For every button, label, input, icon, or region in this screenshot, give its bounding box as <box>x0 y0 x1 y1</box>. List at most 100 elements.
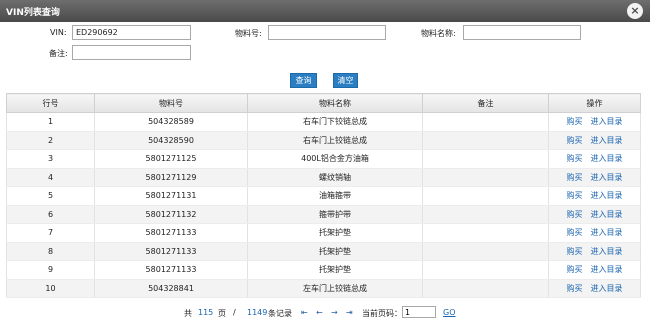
vin-label: VIN: <box>50 28 67 37</box>
header-actions: 操作 <box>548 93 641 113</box>
header-row-no: 行号 <box>6 93 95 113</box>
table-row: 7 5801271133 托架护垫 购买 进入目录 <box>6 223 641 243</box>
go-button[interactable]: GO <box>443 308 456 317</box>
buy-link[interactable]: 购买 <box>567 154 583 163</box>
remark <box>422 242 549 261</box>
row-actions: 购买 进入目录 <box>548 149 641 169</box>
table-row: 5 5801271131 油箱箍带 购买 进入目录 <box>6 186 641 206</box>
first-page-icon[interactable]: ⇤ <box>301 308 308 317</box>
table-row: 10 504328841 左车门上铰链总成 购买 进入目录 <box>6 279 641 298</box>
remark-input[interactable] <box>72 45 191 60</box>
row-actions: 购买 进入目录 <box>548 279 641 298</box>
table-row: 9 5801271133 托架护垫 购买 进入目录 <box>6 260 641 280</box>
dialog-titlebar: VIN列表查询 × <box>0 0 650 22</box>
row-number: 7 <box>6 223 95 243</box>
part-no-input[interactable] <box>268 25 386 40</box>
part-name: 托架护垫 <box>247 260 423 280</box>
row-number: 2 <box>6 131 95 150</box>
total-prefix: 共 <box>184 309 192 318</box>
table-row: 4 5801271129 螺纹销轴 购买 进入目录 <box>6 168 641 187</box>
remark <box>422 260 549 280</box>
close-icon[interactable]: × <box>627 3 643 19</box>
row-actions: 购买 进入目录 <box>548 205 641 224</box>
enter-catalog-link[interactable]: 进入目录 <box>591 117 623 126</box>
remark <box>422 149 549 169</box>
table-row: 8 5801271133 托架护垫 购买 进入目录 <box>6 242 641 261</box>
buy-link[interactable]: 购买 <box>567 173 583 182</box>
enter-catalog-link[interactable]: 进入目录 <box>591 265 623 274</box>
current-page-input[interactable] <box>402 306 436 318</box>
slash: / <box>233 308 236 317</box>
table-row: 2 504328590 右车门上铰链总成 购买 进入目录 <box>6 131 641 150</box>
part-number: 5801271133 <box>94 223 248 243</box>
remark <box>422 186 549 206</box>
part-no-label: 物料号: <box>235 29 262 38</box>
enter-catalog-link[interactable]: 进入目录 <box>591 136 623 145</box>
next-page-icon[interactable]: → <box>331 308 338 317</box>
part-number: 5801271133 <box>94 260 248 280</box>
buy-link[interactable]: 购买 <box>567 117 583 126</box>
header-part-no: 物料号 <box>94 93 248 113</box>
enter-catalog-link[interactable]: 进入目录 <box>591 173 623 182</box>
row-actions: 购买 进入目录 <box>548 112 641 132</box>
row-actions: 购买 进入目录 <box>548 131 641 150</box>
part-number: 5801271125 <box>94 149 248 169</box>
remark-label: 备注: <box>49 49 68 58</box>
buy-link[interactable]: 购买 <box>567 284 583 293</box>
total-records: 1149 <box>247 308 268 317</box>
buy-link[interactable]: 购买 <box>567 136 583 145</box>
remark <box>422 279 549 298</box>
part-name: 右车门下铰链总成 <box>247 112 423 132</box>
part-name: 箍带护带 <box>247 205 423 224</box>
table-row: 1 504328589 右车门下铰链总成 购买 进入目录 <box>6 112 641 132</box>
last-page-icon[interactable]: ⇥ <box>346 308 353 317</box>
part-name-input[interactable] <box>463 25 581 40</box>
row-number: 1 <box>6 112 95 132</box>
current-page-label: 当前页码： <box>362 309 402 318</box>
remark <box>422 205 549 224</box>
prev-page-icon[interactable]: ← <box>316 308 323 317</box>
records-suffix: 条记录 <box>268 309 292 318</box>
row-number: 6 <box>6 205 95 224</box>
remark <box>422 112 549 132</box>
row-actions: 购买 进入目录 <box>548 242 641 261</box>
buy-link[interactable]: 购买 <box>567 191 583 200</box>
vin-input[interactable] <box>72 25 191 40</box>
part-number: 504328841 <box>94 279 248 298</box>
remark <box>422 168 549 187</box>
part-name: 右车门上铰链总成 <box>247 131 423 150</box>
row-number: 4 <box>6 168 95 187</box>
header-remark: 备注 <box>422 93 549 113</box>
buy-link[interactable]: 购买 <box>567 210 583 219</box>
remark <box>422 223 549 243</box>
buy-link[interactable]: 购买 <box>567 265 583 274</box>
row-actions: 购买 进入目录 <box>548 260 641 280</box>
enter-catalog-link[interactable]: 进入目录 <box>591 154 623 163</box>
results-table: 行号 物料号 物料名称 备注 操作 1 504328589 右车门下铰链总成 购买 进入… <box>6 93 641 298</box>
part-number: 504328590 <box>94 131 248 150</box>
buy-link[interactable]: 购买 <box>567 247 583 256</box>
row-actions: 购买 进入目录 <box>548 223 641 243</box>
enter-catalog-link[interactable]: 进入目录 <box>591 247 623 256</box>
row-number: 3 <box>6 149 95 169</box>
enter-catalog-link[interactable]: 进入目录 <box>591 210 623 219</box>
part-name-label: 物料名称: <box>421 29 456 38</box>
buy-link[interactable]: 购买 <box>567 228 583 237</box>
enter-catalog-link[interactable]: 进入目录 <box>591 284 623 293</box>
pagination: 共 115 页 / 1149 条记录 ⇤ ← → ⇥ 当前页码： GO <box>0 306 650 320</box>
row-number: 8 <box>6 242 95 261</box>
part-name: 托架护垫 <box>247 223 423 243</box>
enter-catalog-link[interactable]: 进入目录 <box>591 191 623 200</box>
enter-catalog-link[interactable]: 进入目录 <box>591 228 623 237</box>
remark <box>422 131 549 150</box>
part-number: 5801271132 <box>94 205 248 224</box>
part-name: 左车门上铰链总成 <box>247 279 423 298</box>
clear-button[interactable]: 清空 <box>333 73 358 88</box>
table-header-row: 行号 物料号 物料名称 备注 操作 <box>6 93 641 113</box>
row-actions: 购买 进入目录 <box>548 186 641 206</box>
row-number: 5 <box>6 186 95 206</box>
part-number: 504328589 <box>94 112 248 132</box>
search-button[interactable]: 查询 <box>290 73 317 88</box>
row-number: 9 <box>6 260 95 280</box>
part-name: 油箱箍带 <box>247 186 423 206</box>
